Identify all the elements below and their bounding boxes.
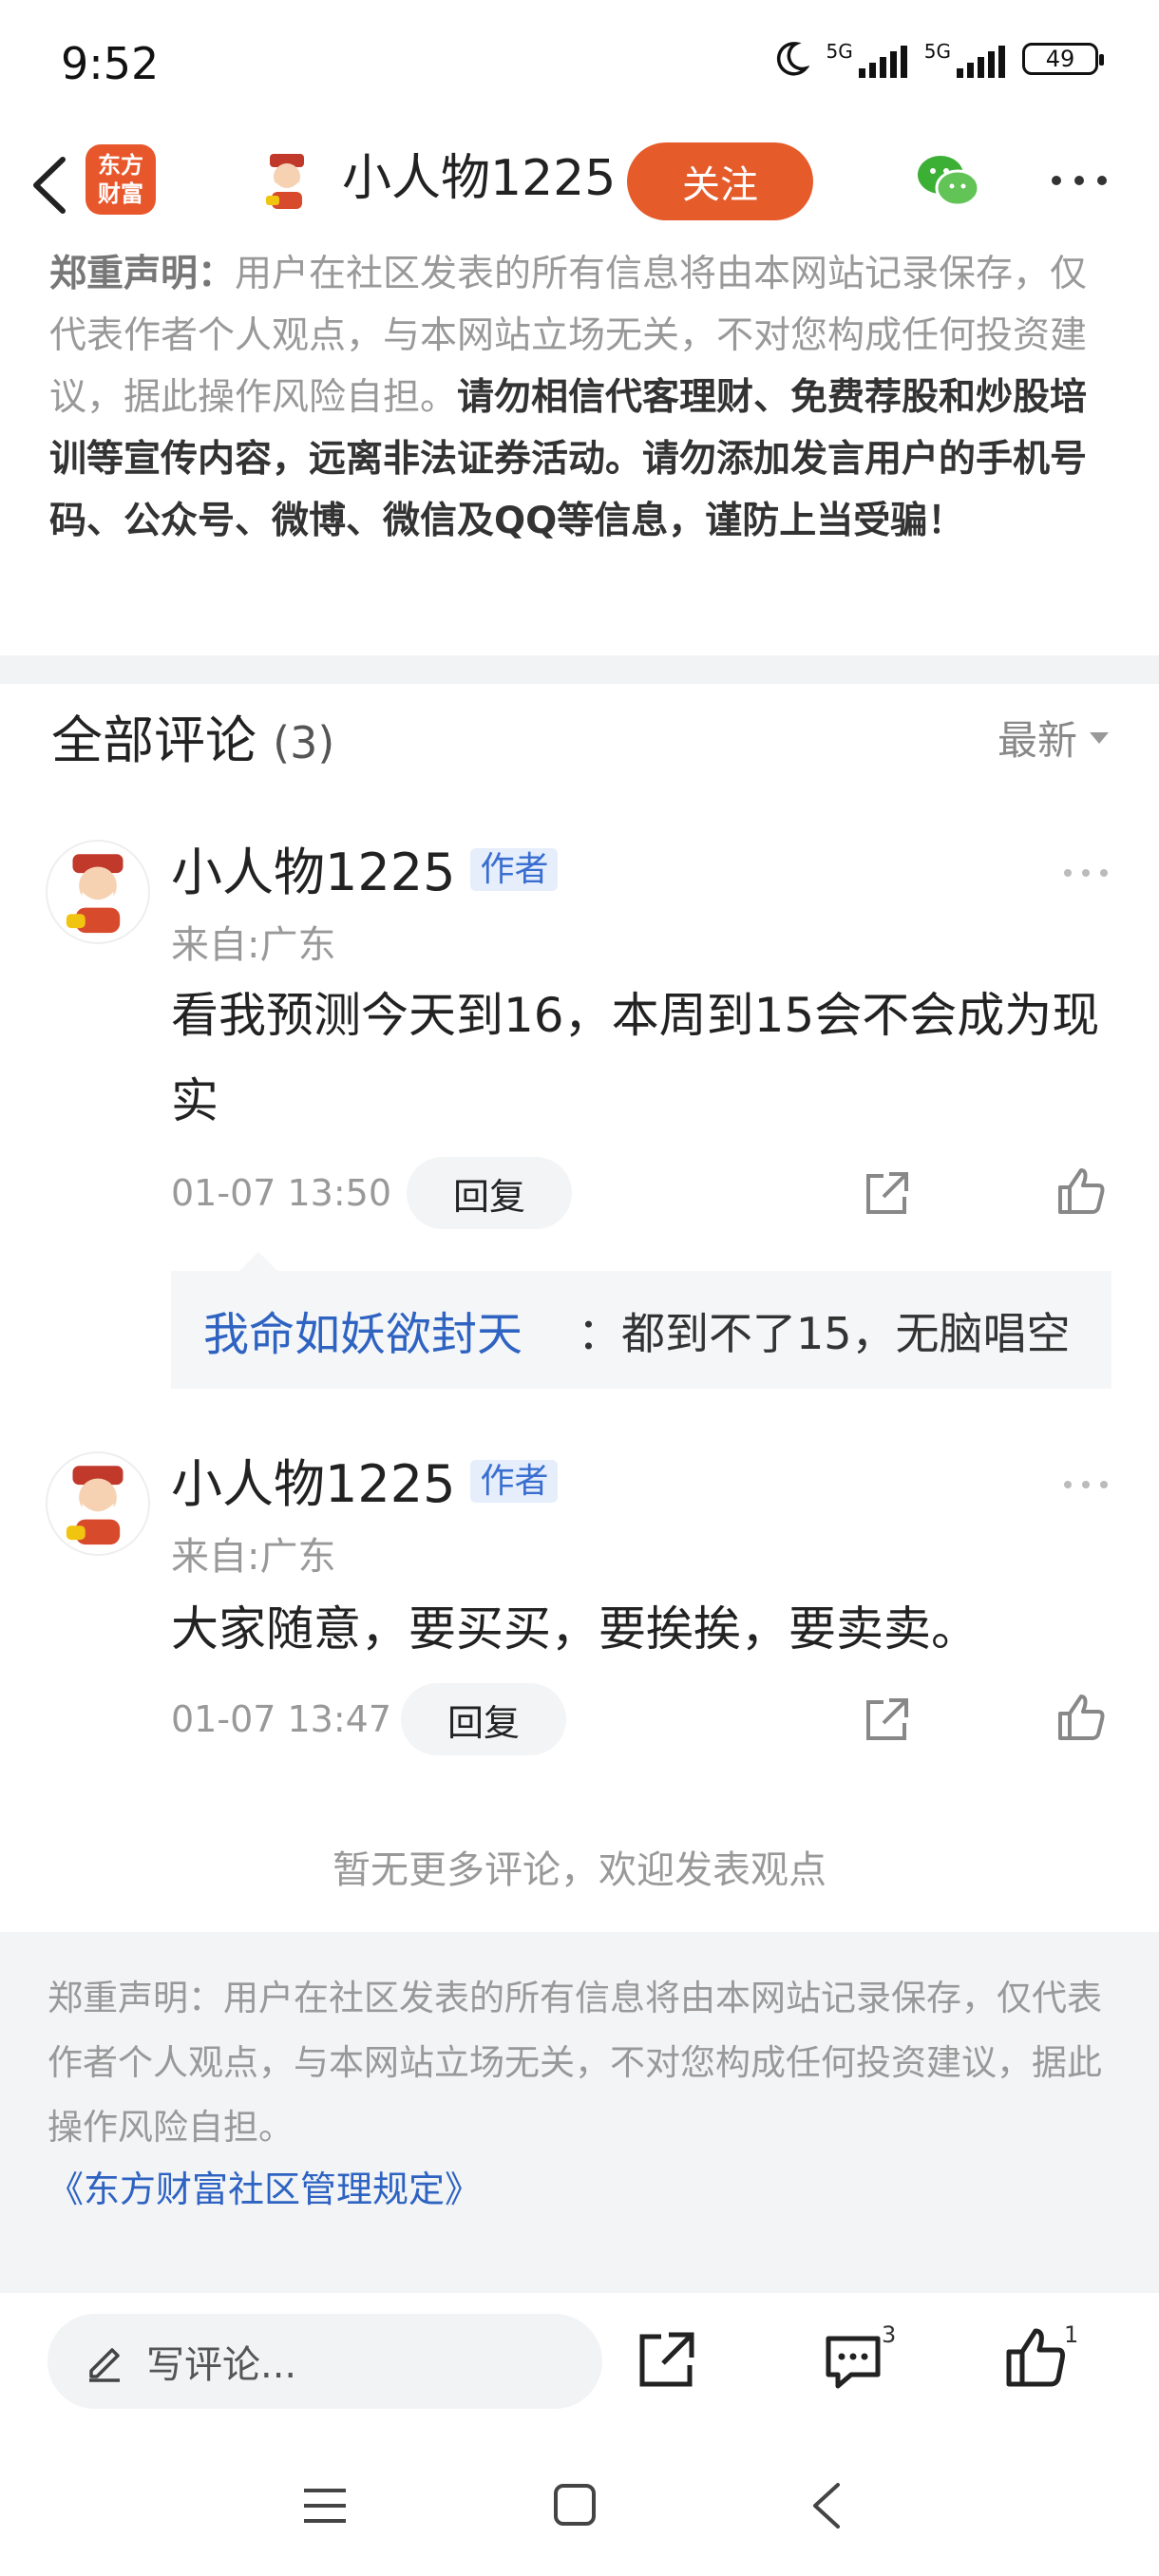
like-icon[interactable]	[1056, 1166, 1106, 1216]
comments-title: 全部评论 (3)	[51, 710, 335, 770]
disclaimer-bottom: 郑重声明：用户在社区发表的所有信息将由本网站记录保存，仅代表作者个人观点，与本网…	[48, 1978, 1102, 2148]
avatar[interactable]	[46, 840, 150, 944]
comment-text: 看我预测今天到16，本周到15会不会成为现实	[171, 988, 1100, 1128]
sort-dropdown[interactable]: 最新	[998, 709, 1110, 767]
comment-author[interactable]: 小人物1225 作者	[171, 840, 559, 909]
signal-icon-1: 5G	[826, 40, 907, 78]
caret-down-icon	[1090, 731, 1109, 744]
write-comment-placeholder: 写评论...	[146, 2343, 297, 2387]
comment-count: 3	[882, 2321, 897, 2348]
back-icon[interactable]	[25, 152, 82, 218]
author-badge: 作者	[470, 1460, 559, 1504]
comment-time: 01-07 13:47	[171, 1698, 392, 1740]
wechat-icon[interactable]	[914, 152, 982, 209]
reply-button[interactable]: 回复	[401, 1683, 566, 1755]
nav-back-icon[interactable]	[809, 2481, 842, 2530]
comment-more-icon[interactable]	[1062, 866, 1110, 880]
moon-icon	[776, 42, 809, 76]
comment-icon[interactable]	[823, 2333, 884, 2390]
comment-text: 大家随意，要买买，要挨挨，要卖卖。	[171, 1601, 978, 1657]
reply-username[interactable]: 我命如妖欲封天	[203, 1297, 522, 1363]
battery-icon: 49	[1022, 43, 1104, 75]
comment-location: 来自:广东	[171, 1535, 336, 1579]
header-username[interactable]: 小人物1225	[342, 144, 616, 213]
more-icon[interactable]	[1049, 171, 1110, 190]
user-avatar-icon[interactable]	[256, 150, 317, 211]
comment-time: 01-07 13:50	[171, 1172, 392, 1214]
comments-count: (3)	[273, 717, 335, 768]
write-comment-input[interactable]: 写评论...	[48, 2314, 602, 2409]
reply-text: ：都到不了15，无脑唱空	[578, 1308, 1071, 1359]
home-icon[interactable]	[553, 2483, 597, 2527]
share-icon[interactable]	[863, 1168, 912, 1218]
share-icon[interactable]	[863, 1695, 912, 1744]
menu-icon[interactable]	[302, 2487, 348, 2525]
status-icons: 5G 5G 49	[771, 40, 1104, 78]
comment-location: 来自:广东	[171, 923, 336, 967]
comment-more-icon[interactable]	[1062, 1478, 1110, 1491]
like-icon[interactable]	[1056, 1693, 1106, 1742]
avatar-icon	[66, 854, 124, 934]
author-badge: 作者	[470, 848, 559, 892]
status-time: 9:52	[61, 38, 160, 89]
pencil-icon	[89, 2348, 120, 2382]
like-icon[interactable]	[1005, 2327, 1066, 2388]
no-more-comments: 暂无更多评论，欢迎发表观点	[332, 1848, 826, 1892]
community-rules-link[interactable]: 《东方财富社区管理规定》	[48, 2160, 481, 2212]
share-icon[interactable]	[636, 2329, 697, 2390]
reply-button[interactable]: 回复	[407, 1157, 572, 1229]
disclaimer-top: 郑重声明：用户在社区发表的所有信息将由本网站记录保存，仅代表作者个人观点，与本网…	[49, 253, 1088, 542]
comment-author[interactable]: 小人物1225 作者	[171, 1451, 559, 1521]
like-count: 1	[1064, 2321, 1079, 2348]
signal-icon-2: 5G	[924, 40, 1005, 78]
follow-button[interactable]: 关注	[627, 142, 813, 220]
app-logo[interactable]: 东方 财富	[86, 144, 156, 215]
avatar-icon	[66, 1466, 124, 1545]
section-divider	[0, 655, 1159, 684]
avatar[interactable]	[46, 1451, 150, 1556]
